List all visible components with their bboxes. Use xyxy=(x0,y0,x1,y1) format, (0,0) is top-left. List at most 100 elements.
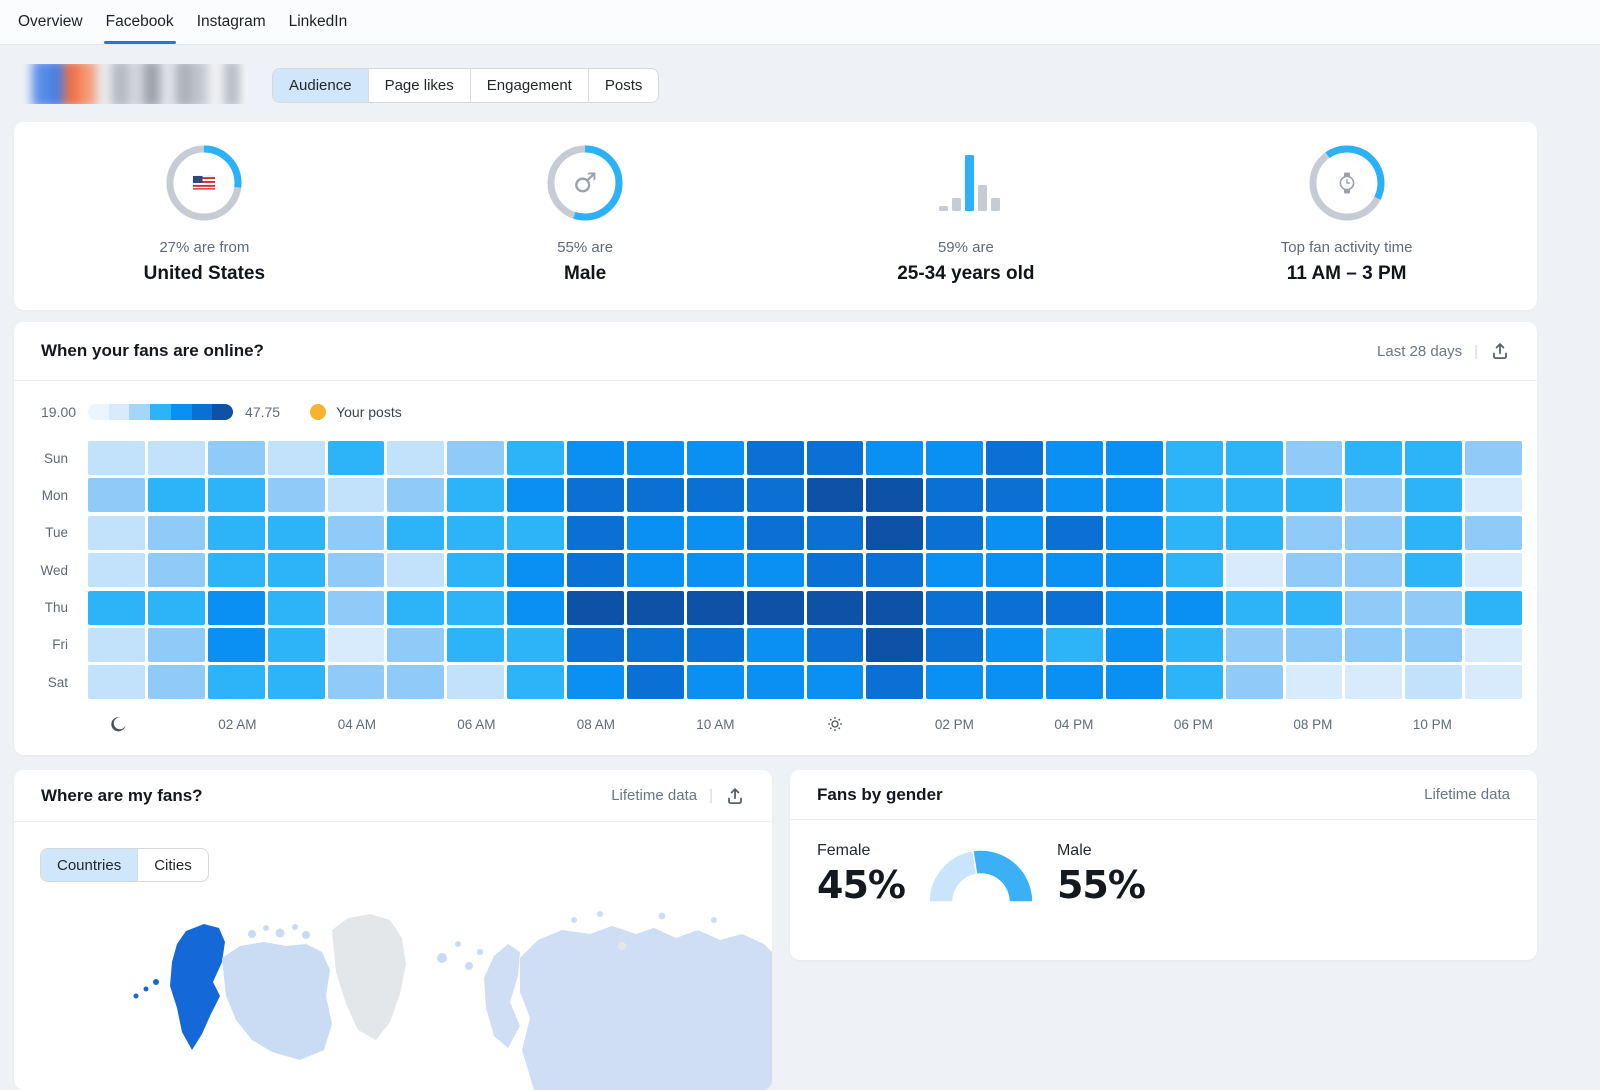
heatmap-cell[interactable] xyxy=(747,553,804,587)
heatmap-cell[interactable] xyxy=(866,553,923,587)
heatmap-cell[interactable] xyxy=(507,628,564,662)
heatmap-cell[interactable] xyxy=(447,516,504,550)
heatmap-cell[interactable] xyxy=(747,591,804,625)
heatmap-cell[interactable] xyxy=(687,665,744,699)
heatmap-cell[interactable] xyxy=(1046,591,1103,625)
heatmap-cell[interactable] xyxy=(1226,516,1283,550)
tab-engagement[interactable]: Engagement xyxy=(470,69,588,102)
heatmap-cell[interactable] xyxy=(1405,628,1462,662)
heatmap-cell[interactable] xyxy=(1286,628,1343,662)
heatmap-cell[interactable] xyxy=(866,628,923,662)
heatmap-cell[interactable] xyxy=(88,553,145,587)
heatmap-cell[interactable] xyxy=(328,441,385,475)
heatmap-cell[interactable] xyxy=(986,665,1043,699)
heatmap-cell[interactable] xyxy=(208,553,265,587)
heatmap-cell[interactable] xyxy=(1405,553,1462,587)
heatmap-cell[interactable] xyxy=(926,628,983,662)
heatmap-cell[interactable] xyxy=(1166,591,1223,625)
heatmap-cell[interactable] xyxy=(268,665,325,699)
heatmap-cell[interactable] xyxy=(447,478,504,512)
tab-audience[interactable]: Audience xyxy=(273,69,368,102)
heatmap-cell[interactable] xyxy=(1465,516,1522,550)
tab-posts[interactable]: Posts xyxy=(588,69,659,102)
world-map[interactable] xyxy=(14,900,772,1090)
heatmap-cell[interactable] xyxy=(567,441,624,475)
heatmap-cell[interactable] xyxy=(866,516,923,550)
heatmap-cell[interactable] xyxy=(268,628,325,662)
heatmap-cell[interactable] xyxy=(1405,665,1462,699)
heatmap-cell[interactable] xyxy=(807,628,864,662)
nav-tab-facebook[interactable]: Facebook xyxy=(104,0,176,44)
heatmap-cell[interactable] xyxy=(1046,516,1103,550)
heatmap-cell[interactable] xyxy=(1046,628,1103,662)
heatmap-cell[interactable] xyxy=(567,553,624,587)
heatmap-cell[interactable] xyxy=(387,591,444,625)
heatmap-cell[interactable] xyxy=(866,665,923,699)
heatmap-cell[interactable] xyxy=(807,665,864,699)
heatmap-cell[interactable] xyxy=(1465,553,1522,587)
heatmap-cell[interactable] xyxy=(807,516,864,550)
heatmap-cell[interactable] xyxy=(387,478,444,512)
heatmap-cell[interactable] xyxy=(986,628,1043,662)
heatmap-cell[interactable] xyxy=(1465,478,1522,512)
heatmap-cell[interactable] xyxy=(1286,665,1343,699)
heatmap-cell[interactable] xyxy=(627,553,684,587)
heatmap-cell[interactable] xyxy=(148,628,205,662)
heatmap-cell[interactable] xyxy=(926,665,983,699)
heatmap-cell[interactable] xyxy=(1046,441,1103,475)
heatmap-cell[interactable] xyxy=(747,478,804,512)
heatmap-cell[interactable] xyxy=(1345,516,1402,550)
heatmap-cell[interactable] xyxy=(507,553,564,587)
heatmap-cell[interactable] xyxy=(148,553,205,587)
nav-tab-linkedin[interactable]: LinkedIn xyxy=(287,0,350,44)
heatmap-cell[interactable] xyxy=(1166,516,1223,550)
heatmap-cell[interactable] xyxy=(567,591,624,625)
heatmap-cell[interactable] xyxy=(208,478,265,512)
heatmap-cell[interactable] xyxy=(1405,441,1462,475)
heatmap-cell[interactable] xyxy=(447,553,504,587)
heatmap-cell[interactable] xyxy=(627,516,684,550)
heatmap-cell[interactable] xyxy=(328,516,385,550)
heatmap-cell[interactable] xyxy=(1226,591,1283,625)
heatmap-cell[interactable] xyxy=(328,591,385,625)
heatmap-cell[interactable] xyxy=(1226,628,1283,662)
heatmap-cell[interactable] xyxy=(208,665,265,699)
heatmap-cell[interactable] xyxy=(1106,553,1163,587)
heatmap-cell[interactable] xyxy=(1286,516,1343,550)
heatmap-cell[interactable] xyxy=(1166,553,1223,587)
export-button[interactable] xyxy=(1490,341,1510,361)
heatmap-cell[interactable] xyxy=(1226,665,1283,699)
heatmap-cell[interactable] xyxy=(807,441,864,475)
heatmap-cell[interactable] xyxy=(1166,628,1223,662)
heatmap-cell[interactable] xyxy=(627,441,684,475)
heatmap-cell[interactable] xyxy=(1106,628,1163,662)
heatmap-cell[interactable] xyxy=(687,591,744,625)
heatmap-cell[interactable] xyxy=(268,478,325,512)
heatmap-cell[interactable] xyxy=(1405,478,1462,512)
heatmap-cell[interactable] xyxy=(88,591,145,625)
heatmap-cell[interactable] xyxy=(1166,441,1223,475)
heatmap-cell[interactable] xyxy=(1046,553,1103,587)
heatmap-cell[interactable] xyxy=(1345,441,1402,475)
nav-tab-instagram[interactable]: Instagram xyxy=(195,0,268,44)
tab-page-likes[interactable]: Page likes xyxy=(368,69,470,102)
heatmap-cell[interactable] xyxy=(687,553,744,587)
heatmap-cell[interactable] xyxy=(866,591,923,625)
heatmap-cell[interactable] xyxy=(328,478,385,512)
heatmap-cell[interactable] xyxy=(926,478,983,512)
heatmap-cell[interactable] xyxy=(1046,478,1103,512)
heatmap-cell[interactable] xyxy=(387,441,444,475)
heatmap-cell[interactable] xyxy=(148,441,205,475)
heatmap-cell[interactable] xyxy=(1166,665,1223,699)
heatmap-cell[interactable] xyxy=(1465,591,1522,625)
heatmap-cell[interactable] xyxy=(1286,553,1343,587)
heatmap-cell[interactable] xyxy=(926,441,983,475)
heatmap-cell[interactable] xyxy=(1106,516,1163,550)
heatmap-cell[interactable] xyxy=(1286,478,1343,512)
heatmap-cell[interactable] xyxy=(1345,553,1402,587)
heatmap-cell[interactable] xyxy=(88,516,145,550)
heatmap-cell[interactable] xyxy=(747,665,804,699)
heatmap-cell[interactable] xyxy=(447,628,504,662)
export-button[interactable] xyxy=(725,786,745,806)
heatmap-cell[interactable] xyxy=(1286,591,1343,625)
